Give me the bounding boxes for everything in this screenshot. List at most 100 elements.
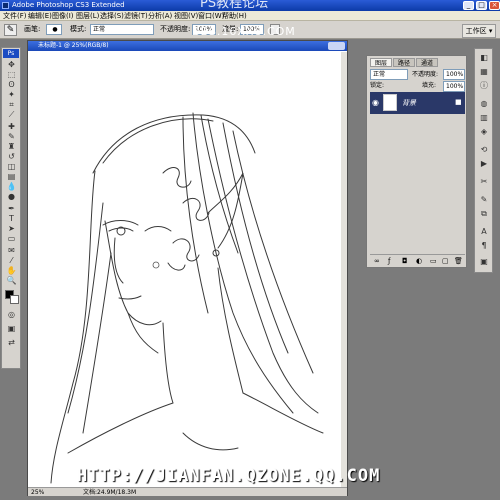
tab-channels[interactable]: 通道 xyxy=(416,58,438,67)
lock-icon: ■ xyxy=(455,98,462,106)
path-selection-icon[interactable]: ➤ xyxy=(4,224,19,233)
visibility-eye-icon[interactable]: ◉ xyxy=(372,98,379,107)
character-icon[interactable]: A xyxy=(478,227,490,237)
panel-dock: ◧ ▦ ⓘ ◍ ▥ ◈ ⟲ ▶ ✂ ✎ ⧉ A ¶ ▣ xyxy=(474,48,493,273)
document-info: 文档:24.9M/18.3M xyxy=(83,489,137,496)
zoom-level[interactable]: 25% xyxy=(31,488,44,497)
dodge-tool-icon[interactable]: ● xyxy=(4,192,19,201)
brushes-icon[interactable]: ✎ xyxy=(478,195,490,205)
notes-tool-icon[interactable]: ✉ xyxy=(4,246,19,255)
close-button[interactable]: × xyxy=(489,1,500,10)
new-layer-icon[interactable]: ▢ xyxy=(442,257,449,265)
toolbox-header: Ps xyxy=(3,49,19,58)
lasso-tool-icon[interactable]: ʘ xyxy=(4,80,19,89)
eyedropper-tool-icon[interactable]: ⁄ xyxy=(4,256,19,265)
history-brush-icon[interactable]: ↺ xyxy=(4,152,19,161)
document-title: 未标题-1 @ 25%(RGB/8) xyxy=(28,41,347,51)
clone-stamp-icon[interactable]: ♜ xyxy=(4,142,19,151)
lock-label: 锁定: xyxy=(370,82,385,89)
layer-style-icon[interactable]: ƒ xyxy=(388,257,390,265)
mode-label: 模式: xyxy=(70,25,87,33)
toolbox: Ps ✥ ⬚ ʘ ✦ ⌗ ⟋ ✚ ✎ ♜ ↺ ◫ ▤ 💧 ● ✒ T ➤ ▭ ✉… xyxy=(1,47,21,369)
document-window: 未标题-1 @ 25%(RGB/8) 25% 文档:24.9M/18.3M xyxy=(27,40,348,496)
navigator-icon[interactable]: ◧ xyxy=(478,53,490,63)
canvas[interactable] xyxy=(33,53,343,488)
crop-tool-icon[interactable]: ⌗ xyxy=(4,100,19,109)
mode-select[interactable]: 正常 xyxy=(90,24,154,35)
maximize-button[interactable]: □ xyxy=(476,1,487,10)
portrait-sketch xyxy=(50,112,324,484)
new-group-icon[interactable]: ▭ xyxy=(430,257,437,265)
eraser-tool-icon[interactable]: ◫ xyxy=(4,162,19,171)
title-bar: Adobe Photoshop CS3 Extended PS教程论坛 _ □ … xyxy=(0,0,500,11)
link-layers-icon[interactable]: ∞ xyxy=(374,257,380,265)
menu-layer[interactable]: 图层(L) xyxy=(76,11,99,21)
footer-watermark: HTTP://JIANFAN.QZONE.QQ.COM xyxy=(77,466,381,486)
options-bar: ✎ 画笔: ● 模式: 正常 不透明度: 100% 流量: 100% BBS.1… xyxy=(0,21,500,39)
menu-image[interactable]: 图像(I) xyxy=(52,11,74,21)
type-tool-icon[interactable]: T xyxy=(4,214,19,223)
color-icon[interactable]: ◍ xyxy=(478,99,490,109)
zoom-tool-icon[interactable]: 🔍 xyxy=(4,276,19,285)
menu-window[interactable]: 窗口(W) xyxy=(198,11,224,21)
hand-tool-icon[interactable]: ✋ xyxy=(4,266,19,275)
layer-row-background[interactable]: ◉ 背景 ■ xyxy=(370,92,465,114)
menu-analysis[interactable]: 分析(A) xyxy=(148,11,172,21)
layers-panel: 图层 路径 通道 正常 不透明度: 100% 锁定: 填充: 100% ◉ 背景… xyxy=(366,55,467,268)
menu-bar: 文件(F) 编辑(E) 图像(I) 图层(L) 选择(S) 滤镜(T) 分析(A… xyxy=(0,11,500,21)
fill-label: 填充: xyxy=(422,82,437,89)
healing-brush-icon[interactable]: ✚ xyxy=(4,122,19,131)
brush-tool-icon[interactable]: ✎ xyxy=(4,132,19,141)
paragraph-icon[interactable]: ¶ xyxy=(478,241,490,251)
workspace-menu[interactable]: 工作区 ▾ xyxy=(462,24,496,38)
tab-paths[interactable]: 路径 xyxy=(393,58,415,67)
title-watermark: PS教程论坛 xyxy=(200,0,269,11)
tab-layers[interactable]: 图层 xyxy=(370,58,392,67)
move-tool-icon[interactable]: ✥ xyxy=(4,60,19,69)
fill-field[interactable]: 100% xyxy=(443,81,465,92)
brush-label: 画笔: xyxy=(24,25,41,33)
menu-view[interactable]: 视图(V) xyxy=(174,11,198,21)
brush-tool-preset-icon[interactable]: ✎ xyxy=(4,24,17,36)
shape-tool-icon[interactable]: ▭ xyxy=(4,234,19,243)
menu-file[interactable]: 文件(F) xyxy=(3,11,27,21)
window-title: Adobe Photoshop CS3 Extended xyxy=(12,1,125,9)
vertical-scrollbar[interactable] xyxy=(341,52,347,487)
mask-icon[interactable]: ◘ xyxy=(402,257,408,265)
layer-opacity-field[interactable]: 100% xyxy=(443,69,465,80)
menu-edit[interactable]: 编辑(E) xyxy=(28,11,52,21)
blend-mode-select[interactable]: 正常 xyxy=(370,69,408,80)
tool-presets-icon[interactable]: ✂ xyxy=(478,177,490,187)
opacity-label: 不透明度: xyxy=(160,25,191,33)
menu-filter[interactable]: 滤镜(T) xyxy=(124,11,148,21)
histogram-icon[interactable]: ▦ xyxy=(478,67,490,77)
status-bar: 25% 文档:24.9M/18.3M xyxy=(28,487,347,496)
layer-opacity-label: 不透明度: xyxy=(412,71,439,78)
marquee-tool-icon[interactable]: ⬚ xyxy=(4,70,19,79)
blur-tool-icon[interactable]: 💧 xyxy=(4,182,19,191)
menu-help[interactable]: 帮助(H) xyxy=(222,11,247,21)
layer-comps-icon[interactable]: ▣ xyxy=(478,257,490,267)
adjustment-layer-icon[interactable]: ◐ xyxy=(416,257,422,265)
info-icon[interactable]: ⓘ xyxy=(478,81,490,91)
styles-icon[interactable]: ◈ xyxy=(478,127,490,137)
pen-tool-icon[interactable]: ✒ xyxy=(4,204,19,213)
quick-mask-icon[interactable]: ◎ xyxy=(4,310,19,319)
delete-layer-icon[interactable]: 🗑 xyxy=(454,257,463,265)
imageready-icon[interactable]: ⇄ xyxy=(4,338,19,347)
photoshop-app-icon xyxy=(2,2,9,9)
clone-source-icon[interactable]: ⧉ xyxy=(478,209,490,219)
gradient-tool-icon[interactable]: ▤ xyxy=(4,172,19,181)
magic-wand-tool-icon[interactable]: ✦ xyxy=(4,90,19,99)
brush-picker[interactable]: ● xyxy=(46,24,62,35)
slice-tool-icon[interactable]: ⟋ xyxy=(4,110,19,119)
layer-name[interactable]: 背景 xyxy=(402,98,416,108)
minimize-button[interactable]: _ xyxy=(463,1,474,10)
screen-mode-icon[interactable]: ▣ xyxy=(4,324,19,333)
swatches-icon[interactable]: ▥ xyxy=(478,113,490,123)
menu-select[interactable]: 选择(S) xyxy=(100,11,124,21)
actions-icon[interactable]: ▶ xyxy=(478,159,490,169)
background-color-swatch[interactable] xyxy=(10,295,19,304)
history-icon[interactable]: ⟲ xyxy=(478,145,490,155)
document-controls[interactable] xyxy=(328,42,345,50)
